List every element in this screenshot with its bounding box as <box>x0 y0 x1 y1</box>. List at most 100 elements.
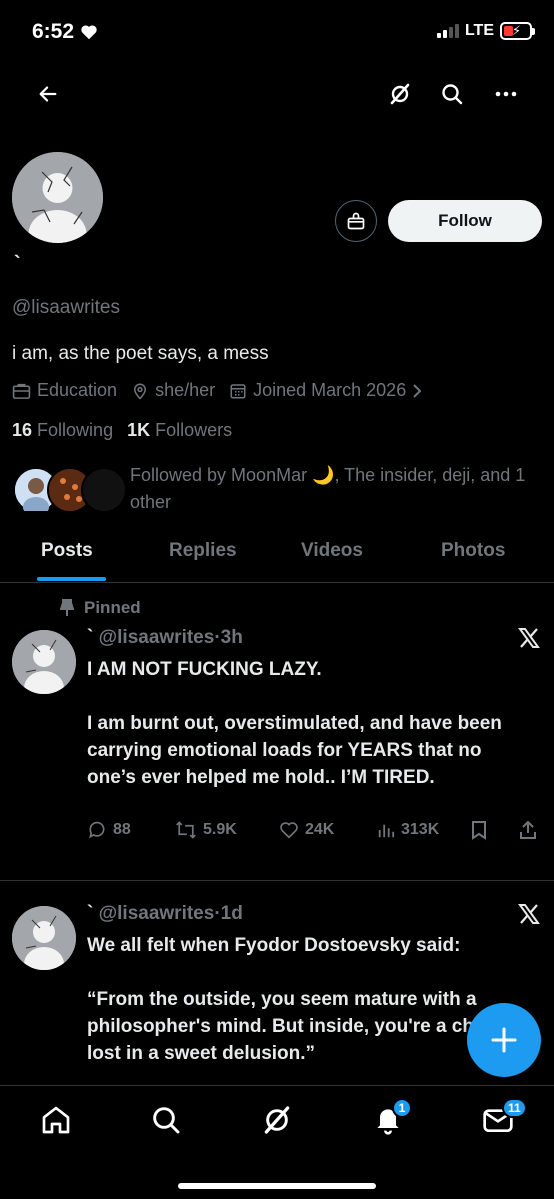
notifications-tab[interactable]: 1 <box>372 1098 412 1141</box>
pinned-label: Pinned <box>60 598 141 618</box>
reply-count: 88 <box>113 821 131 838</box>
reply-icon <box>89 821 105 839</box>
joined-label: Joined March 2026 <box>253 380 407 400</box>
pinned-text: Pinned <box>84 598 141 617</box>
post-author: ` <box>87 627 94 648</box>
grok-icon <box>390 83 410 105</box>
post-body[interactable]: We all felt when Fyodor Dostoevsky said:… <box>87 932 527 1067</box>
gift-icon <box>347 212 365 230</box>
status-indicators: LTE ⚡ <box>436 22 535 40</box>
avatar <box>81 467 127 513</box>
joined-item[interactable]: Joined March 2026 <box>229 380 422 401</box>
location-pin-icon <box>134 383 147 400</box>
bottom-nav: 1 11 <box>0 1085 554 1199</box>
profile-bio: i am, as the poet says, a mess <box>12 343 269 364</box>
search-icon <box>153 1107 180 1134</box>
display-name: ` <box>14 253 21 275</box>
search-button[interactable] <box>434 76 470 112</box>
profile-meta: Education she/her Joined March 2026 <box>12 380 422 401</box>
post-author: ` <box>87 903 94 924</box>
tab-videos[interactable]: Videos <box>301 540 363 562</box>
followers-count: 1K <box>127 420 151 440</box>
post-text-line: I AM NOT FUCKING LAZY. <box>87 659 322 680</box>
repost-button[interactable]: 5.9K <box>175 820 237 840</box>
home-icon <box>42 1106 70 1134</box>
post-text-line: We all felt when Fyodor Dostoevsky said: <box>87 935 461 956</box>
heart-icon <box>81 25 97 40</box>
back-button[interactable] <box>30 76 66 112</box>
grok-icon <box>264 1106 290 1134</box>
briefcase-icon <box>12 383 31 399</box>
post-time: 1d <box>220 903 243 924</box>
category-label: Education <box>37 380 118 400</box>
chevron-right-icon <box>413 383 422 398</box>
followed-by-avatars[interactable] <box>13 467 127 517</box>
share-button[interactable] <box>519 820 537 840</box>
post-body[interactable]: I AM NOT FUCKING LAZY. I am burnt out, o… <box>87 656 527 791</box>
messages-tab[interactable]: 11 <box>482 1098 527 1141</box>
following-label: Following <box>37 420 114 440</box>
followed-by-text[interactable]: Followed by MoonMar 🌙, The insider, deji… <box>130 462 540 516</box>
bookmark-button[interactable] <box>471 820 487 840</box>
post-header: ` @lisaawrites·3h <box>87 627 243 648</box>
signal-icon <box>436 24 459 38</box>
following-count: 16 <box>12 420 33 440</box>
active-tab-indicator <box>37 577 106 581</box>
post-text-line: “From the outside, you seem mature with … <box>87 989 497 1064</box>
like-button[interactable]: 24K <box>279 821 334 839</box>
search-icon <box>442 84 463 105</box>
arrow-left-icon <box>39 86 57 102</box>
profile-handle: @lisaawrites <box>12 297 120 318</box>
followers-link[interactable]: 1K Followers <box>127 420 232 441</box>
bookmark-icon <box>472 821 486 840</box>
like-count: 24K <box>305 821 335 838</box>
time-label: 6:52 <box>32 20 75 43</box>
follow-counts: 16 Following 1K Followers <box>12 420 232 441</box>
grok-button[interactable] <box>382 76 418 112</box>
home-indicator <box>178 1183 376 1189</box>
views-count: 313K <box>401 821 440 838</box>
tab-photos[interactable]: Photos <box>441 540 505 562</box>
pronouns-label: she/her <box>155 380 216 400</box>
post-divider <box>0 880 554 881</box>
post-handle: @lisaawrites <box>98 627 215 648</box>
gift-button[interactable] <box>335 200 377 242</box>
post-text-line: I am burnt out, overstimulated, and have… <box>87 713 502 788</box>
compose-button[interactable] <box>467 1003 541 1077</box>
followers-label: Followers <box>155 420 233 440</box>
plus-icon <box>491 1027 517 1053</box>
more-icon <box>495 91 517 97</box>
post-header: ` @lisaawrites·1d <box>87 903 243 924</box>
post-time: 3h <box>220 627 243 648</box>
x-logo-icon <box>517 626 541 655</box>
tab-posts[interactable]: Posts <box>41 540 93 562</box>
calendar-icon <box>230 383 246 398</box>
repost-icon <box>176 821 196 839</box>
profile-avatar[interactable] <box>12 152 103 243</box>
reply-button[interactable]: 88 <box>87 820 131 840</box>
pronouns-item: she/her <box>131 380 215 401</box>
notifications-badge: 1 <box>392 1098 412 1118</box>
search-tab[interactable] <box>150 1104 182 1141</box>
views-icon <box>378 824 395 838</box>
home-tab[interactable] <box>40 1104 72 1141</box>
more-button[interactable] <box>488 76 524 112</box>
repost-count: 5.9K <box>203 821 237 838</box>
post-handle: @lisaawrites <box>98 903 215 924</box>
heart-outline-icon <box>280 822 298 839</box>
battery-icon: ⚡ <box>500 22 535 40</box>
grok-tab[interactable] <box>261 1104 293 1141</box>
status-time: 6:52 <box>32 20 98 44</box>
post-avatar[interactable] <box>12 630 76 694</box>
network-label: LTE <box>464 22 494 39</box>
profile-tabs: Posts Replies Videos Photos <box>0 535 554 583</box>
views-button[interactable]: 313K <box>377 821 439 839</box>
pin-icon <box>60 599 74 616</box>
x-logo-icon <box>517 902 541 931</box>
post-avatar[interactable] <box>12 906 76 970</box>
following-link[interactable]: 16 Following <box>12 420 113 441</box>
tab-replies[interactable]: Replies <box>169 540 237 562</box>
messages-badge: 11 <box>502 1098 527 1118</box>
follow-button[interactable]: Follow <box>388 200 542 242</box>
share-icon <box>520 820 536 839</box>
